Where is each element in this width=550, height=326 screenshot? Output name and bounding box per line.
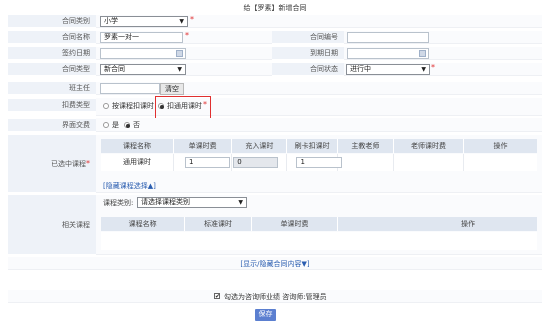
col-header: 操作 <box>338 217 537 231</box>
sign-date-input[interactable] <box>100 48 186 59</box>
chevron-down-icon: ▼ <box>421 66 426 73</box>
teacher-fee-cell <box>394 154 465 171</box>
label-contract-no: 合同编号 <box>272 31 344 44</box>
col-header: 充入课时 <box>232 139 288 153</box>
label-expire-date: 到期日期 <box>272 47 344 60</box>
radio-ui-fee-yes[interactable] <box>103 122 109 128</box>
col-header: 单课时费 <box>174 139 233 153</box>
course-category-value: 请选择课程类别 <box>141 198 190 206</box>
required-marker: * <box>431 63 435 72</box>
contract-no-input[interactable] <box>347 32 429 43</box>
label-contract-name: 合同名称 <box>8 31 96 44</box>
clear-button[interactable]: 清空 <box>160 83 184 95</box>
contract-status-select[interactable]: 进行中 ▼ <box>346 64 430 75</box>
calendar-icon[interactable] <box>419 50 426 57</box>
chevron-down-icon: ▼ <box>177 66 182 73</box>
label-contract-type: 合同类型 <box>8 63 96 76</box>
chevron-down-icon: ▼ <box>238 199 243 206</box>
charged-hours-input: 0 <box>233 157 279 168</box>
col-header: 课程名称 <box>101 139 174 153</box>
deduct-general-label: 扣通用课时 <box>167 102 202 110</box>
contract-type-select[interactable]: 新合同 ▼ <box>100 64 186 75</box>
contract-category-select[interactable]: 小学 ▼ <box>100 16 188 27</box>
col-header: 老师课时费 <box>394 139 465 153</box>
label-deduct-type: 扣费类型 <box>8 99 96 112</box>
radio-deduct-general[interactable] <box>158 103 164 109</box>
course-name-cell: 通用课时 <box>101 154 174 171</box>
expire-date-input[interactable] <box>347 48 429 59</box>
hide-course-selection-link[interactable]: [隐藏课程选择▲] <box>103 181 156 191</box>
label-ui-fee: 界面交费 <box>8 119 96 132</box>
contract-type-value: 新合同 <box>104 65 125 73</box>
required-marker: * <box>190 15 194 24</box>
page-title: 给【罗素】新增合同 <box>243 4 307 12</box>
consultant-check-label: 勾选为咨询师业绩 咨询师:管理员 <box>224 293 327 301</box>
course-category-select[interactable]: 请选择课程类别 ▼ <box>137 197 247 208</box>
selected-courses-header: 课程名称 单课时费 充入课时 刷卡扣课时 主教老师 老师课时费 操作 <box>101 139 538 153</box>
col-header: 课程名称 <box>101 217 186 231</box>
col-header: 操作 <box>464 139 538 153</box>
contract-status-value: 进行中 <box>350 65 371 73</box>
save-button[interactable]: 保存 <box>255 309 276 321</box>
consultant-checkbox[interactable]: ✔ <box>214 293 220 300</box>
related-courses-body <box>101 232 537 250</box>
radio-ui-fee-no[interactable] <box>124 122 130 128</box>
col-header: 单课时费 <box>251 217 339 231</box>
unit-fee-input[interactable]: 1 <box>185 157 230 168</box>
ui-fee-no-label: 否 <box>133 121 140 129</box>
related-courses-header: 课程名称 标准课时 单课时费 操作 <box>101 217 537 231</box>
label-head-teacher: 班主任 <box>8 82 96 95</box>
chevron-down-icon: ▼ <box>179 18 184 25</box>
row-ui-fee <box>96 118 542 132</box>
label-contract-category: 合同类别 <box>8 15 96 28</box>
col-header: 主教老师 <box>337 139 394 153</box>
label-related-courses: 相关课程 <box>8 195 96 255</box>
col-header: 标准课时 <box>185 217 252 231</box>
table-row: 通用课时 1 0 1 <box>101 154 538 171</box>
unit-fee-cell: 1 <box>174 154 233 171</box>
head-teacher-input[interactable] <box>100 83 160 94</box>
label-selected-courses: 已选中课程* <box>8 135 96 193</box>
calendar-icon[interactable] <box>176 50 183 57</box>
contract-name-input[interactable]: 罗素一对一 <box>100 32 183 43</box>
card-deduct-cell: 1 <box>287 154 343 171</box>
contract-category-value: 小学 <box>104 17 118 25</box>
ui-fee-yes-label: 是 <box>112 121 119 129</box>
radio-deduct-course[interactable] <box>103 103 109 109</box>
deduct-course-label: 按课程扣课时 <box>112 102 154 110</box>
action-cell <box>464 154 538 171</box>
col-header: 刷卡扣课时 <box>287 139 338 153</box>
label-contract-status: 合同状态 <box>272 63 344 76</box>
main-teacher-cell <box>337 154 394 171</box>
required-marker: * <box>185 31 189 40</box>
charged-hours-cell: 0 <box>232 154 288 171</box>
card-deduct-input[interactable]: 1 <box>296 157 343 168</box>
required-marker: * <box>203 100 207 109</box>
course-category-label: 课程类别: <box>103 199 134 207</box>
toggle-contract-content-link[interactable]: [显示/隐藏合同内容▼] <box>0 259 550 269</box>
label-sign-date: 签约日期 <box>8 47 96 60</box>
